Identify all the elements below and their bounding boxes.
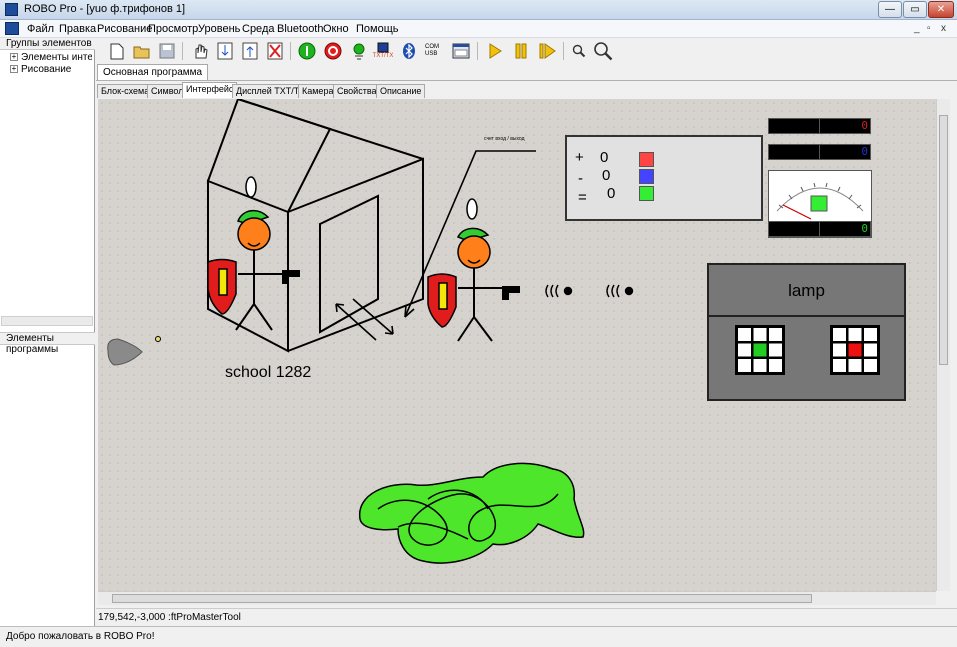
bluetooth-icon[interactable]: [399, 41, 419, 61]
toolbar-separator: [563, 42, 564, 60]
plus-symbol: +: [575, 149, 584, 166]
green-scribble: [359, 462, 585, 564]
pause-icon[interactable]: [511, 41, 531, 61]
menu-file[interactable]: Файл: [27, 23, 54, 35]
left-panel: Группы элементов +Элементы интерфейса +Р…: [0, 38, 95, 626]
display-1-label: [768, 118, 820, 134]
document-icon[interactable]: [5, 22, 19, 35]
display-3: 0: [819, 221, 871, 237]
menu-view[interactable]: Просмотр: [148, 23, 198, 35]
stone-drawing: [107, 338, 143, 366]
toolbar-separator: [182, 42, 183, 60]
expand-icon[interactable]: +: [10, 53, 18, 62]
annotation-text: счет вход / выход: [484, 136, 525, 142]
lamp-label: lamp: [709, 265, 904, 317]
tab-properties[interactable]: Свойства: [333, 84, 381, 98]
display-3-label: [768, 221, 820, 237]
program-elements-header: Элементы программы: [0, 332, 95, 355]
signal-waves: [545, 284, 634, 298]
toolbar-separator: [477, 42, 478, 60]
zoom-out-icon[interactable]: [569, 41, 589, 61]
person-right: [427, 198, 520, 342]
upload-icon[interactable]: [240, 41, 260, 61]
horizontal-scrollbar[interactable]: [98, 591, 936, 605]
tab-main-program[interactable]: Основная программа: [97, 64, 209, 81]
txt-tx-icon[interactable]: TXT/TX: [373, 41, 393, 61]
open-icon[interactable]: [132, 41, 152, 61]
school-label: school 1282: [225, 364, 312, 381]
lamp-panel: lamp: [707, 263, 906, 401]
status-bar: Добро пожаловать в ROBO Pro!: [0, 626, 957, 647]
com-usb-icon[interactable]: COM USB: [425, 41, 445, 61]
title-bar: ROBO Pro - [yuo ф.трифонов 1] — ▭ ✕: [0, 0, 957, 20]
mdi-close-button[interactable]: x: [941, 23, 946, 34]
menu-draw[interactable]: Рисование: [97, 23, 152, 35]
save-icon[interactable]: [157, 41, 177, 61]
expand-icon[interactable]: +: [10, 65, 18, 74]
display-2: 0: [819, 144, 871, 160]
tab-camera[interactable]: Камера: [298, 84, 338, 98]
minus-symbol: -: [578, 170, 583, 187]
start-icon[interactable]: [297, 41, 317, 61]
groups-header: Группы элементов: [0, 38, 95, 50]
menu-bar: Файл Правка Рисование Просмотр Уровень С…: [0, 20, 957, 38]
close-button[interactable]: ✕: [928, 1, 954, 18]
tab-description[interactable]: Описание: [376, 84, 426, 98]
vertical-scrollbar[interactable]: [936, 99, 950, 591]
vertical-scroll-thumb[interactable]: [939, 115, 948, 365]
display-1: 0: [819, 118, 871, 134]
horizontal-scroll-thumb[interactable]: [112, 594, 812, 603]
tree-item-drawing[interactable]: + Рисование: [10, 64, 92, 75]
interface-canvas[interactable]: school 1282 счет вход / выход + 0 - 0 = …: [98, 99, 936, 591]
blue-indicator: [639, 169, 654, 184]
tab-flowchart[interactable]: Блок-схема: [97, 84, 154, 98]
gauge-dial: [776, 182, 864, 220]
equals-symbol: =: [578, 189, 587, 206]
menu-level[interactable]: Уровень: [198, 23, 240, 35]
menu-environment[interactable]: Среда: [242, 23, 274, 35]
toolbar-separator: [290, 42, 291, 60]
plus-counter: 0: [600, 149, 609, 166]
counter-panel: + 0 - 0 = 0: [565, 135, 763, 221]
total-counter: 0: [607, 185, 616, 202]
menu-help[interactable]: Помощь: [356, 23, 399, 35]
stop-icon[interactable]: [323, 41, 343, 61]
online-icon[interactable]: [349, 41, 369, 61]
maximize-button[interactable]: ▭: [903, 1, 927, 18]
entry-exit-arrows: [335, 298, 394, 341]
toolbar: TXT/TX COM USB: [95, 38, 957, 64]
lamp-left: [735, 325, 785, 375]
download-icon[interactable]: [215, 41, 235, 61]
zoom-in-icon[interactable]: [593, 41, 613, 61]
groups-scrollbar[interactable]: [1, 316, 93, 326]
new-icon[interactable]: [107, 41, 127, 61]
person-left: [207, 176, 300, 331]
green-indicator: [639, 186, 654, 201]
delete-icon[interactable]: [265, 41, 285, 61]
lamp-right: [830, 325, 880, 375]
play-icon[interactable]: [485, 41, 505, 61]
mdi-restore-button[interactable]: ▫: [927, 23, 931, 34]
window-title: ROBO Pro - [yuo ф.трифонов 1]: [24, 3, 186, 15]
minus-counter: 0: [602, 167, 611, 184]
app-icon: [5, 3, 18, 16]
menu-window[interactable]: Окно: [323, 23, 349, 35]
tree-item-interface[interactable]: +Элементы интерфейса: [10, 52, 92, 63]
minimize-button[interactable]: —: [878, 1, 902, 18]
hand-icon[interactable]: [190, 41, 210, 61]
tab-interface[interactable]: Интерфейс: [182, 82, 238, 98]
red-indicator: [639, 152, 654, 167]
step-icon[interactable]: [537, 41, 557, 61]
menu-edit[interactable]: Правка: [59, 23, 96, 35]
coordinate-readout: 179,542,-3,000 :ftProMasterTool: [96, 608, 957, 626]
display-2-label: [768, 144, 820, 160]
dot-marker: [155, 336, 161, 342]
control-panel-icon[interactable]: [451, 41, 471, 61]
menu-bluetooth[interactable]: Bluetooth: [277, 23, 323, 35]
mdi-minimize-button[interactable]: _: [914, 23, 920, 34]
